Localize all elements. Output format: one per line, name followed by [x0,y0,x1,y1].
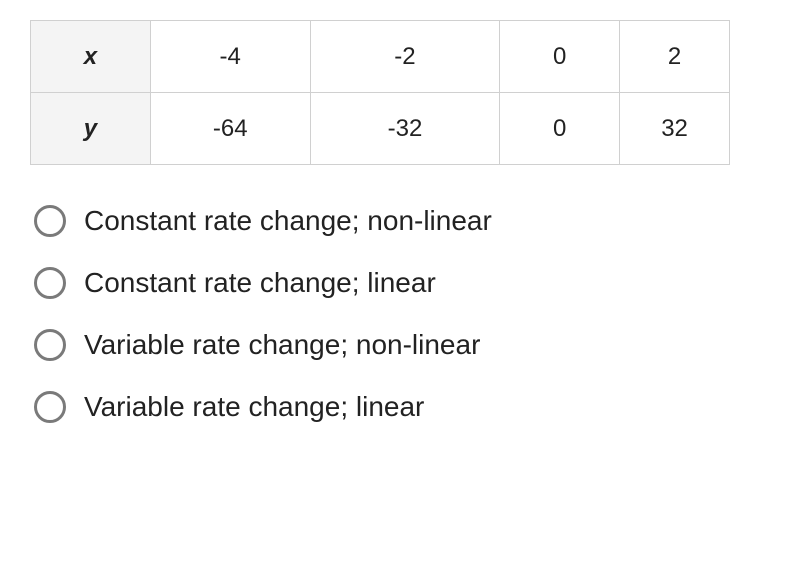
table-cell: -4 [150,21,310,93]
row-header-y: y [31,93,151,165]
option-label: Constant rate change; linear [84,267,436,299]
table-row: y -64 -32 0 32 [31,93,730,165]
radio-icon [34,329,66,361]
table-cell: 0 [500,93,620,165]
option-label: Variable rate change; linear [84,391,424,423]
radio-icon [34,391,66,423]
table-cell: 2 [620,21,730,93]
data-table-wrap: x -4 -2 0 2 y -64 -32 0 32 [30,20,770,165]
table-row: x -4 -2 0 2 [31,21,730,93]
table-cell: -64 [150,93,310,165]
option-2[interactable]: Constant rate change; linear [34,267,770,299]
option-1[interactable]: Constant rate change; non-linear [34,205,770,237]
table-cell: 32 [620,93,730,165]
table-cell: -2 [310,21,500,93]
radio-icon [34,267,66,299]
table-cell: -32 [310,93,500,165]
data-table: x -4 -2 0 2 y -64 -32 0 32 [30,20,730,165]
option-4[interactable]: Variable rate change; linear [34,391,770,423]
table-cell: 0 [500,21,620,93]
option-label: Constant rate change; non-linear [84,205,492,237]
option-3[interactable]: Variable rate change; non-linear [34,329,770,361]
options-group: Constant rate change; non-linear Constan… [30,205,770,423]
row-header-x: x [31,21,151,93]
option-label: Variable rate change; non-linear [84,329,480,361]
radio-icon [34,205,66,237]
